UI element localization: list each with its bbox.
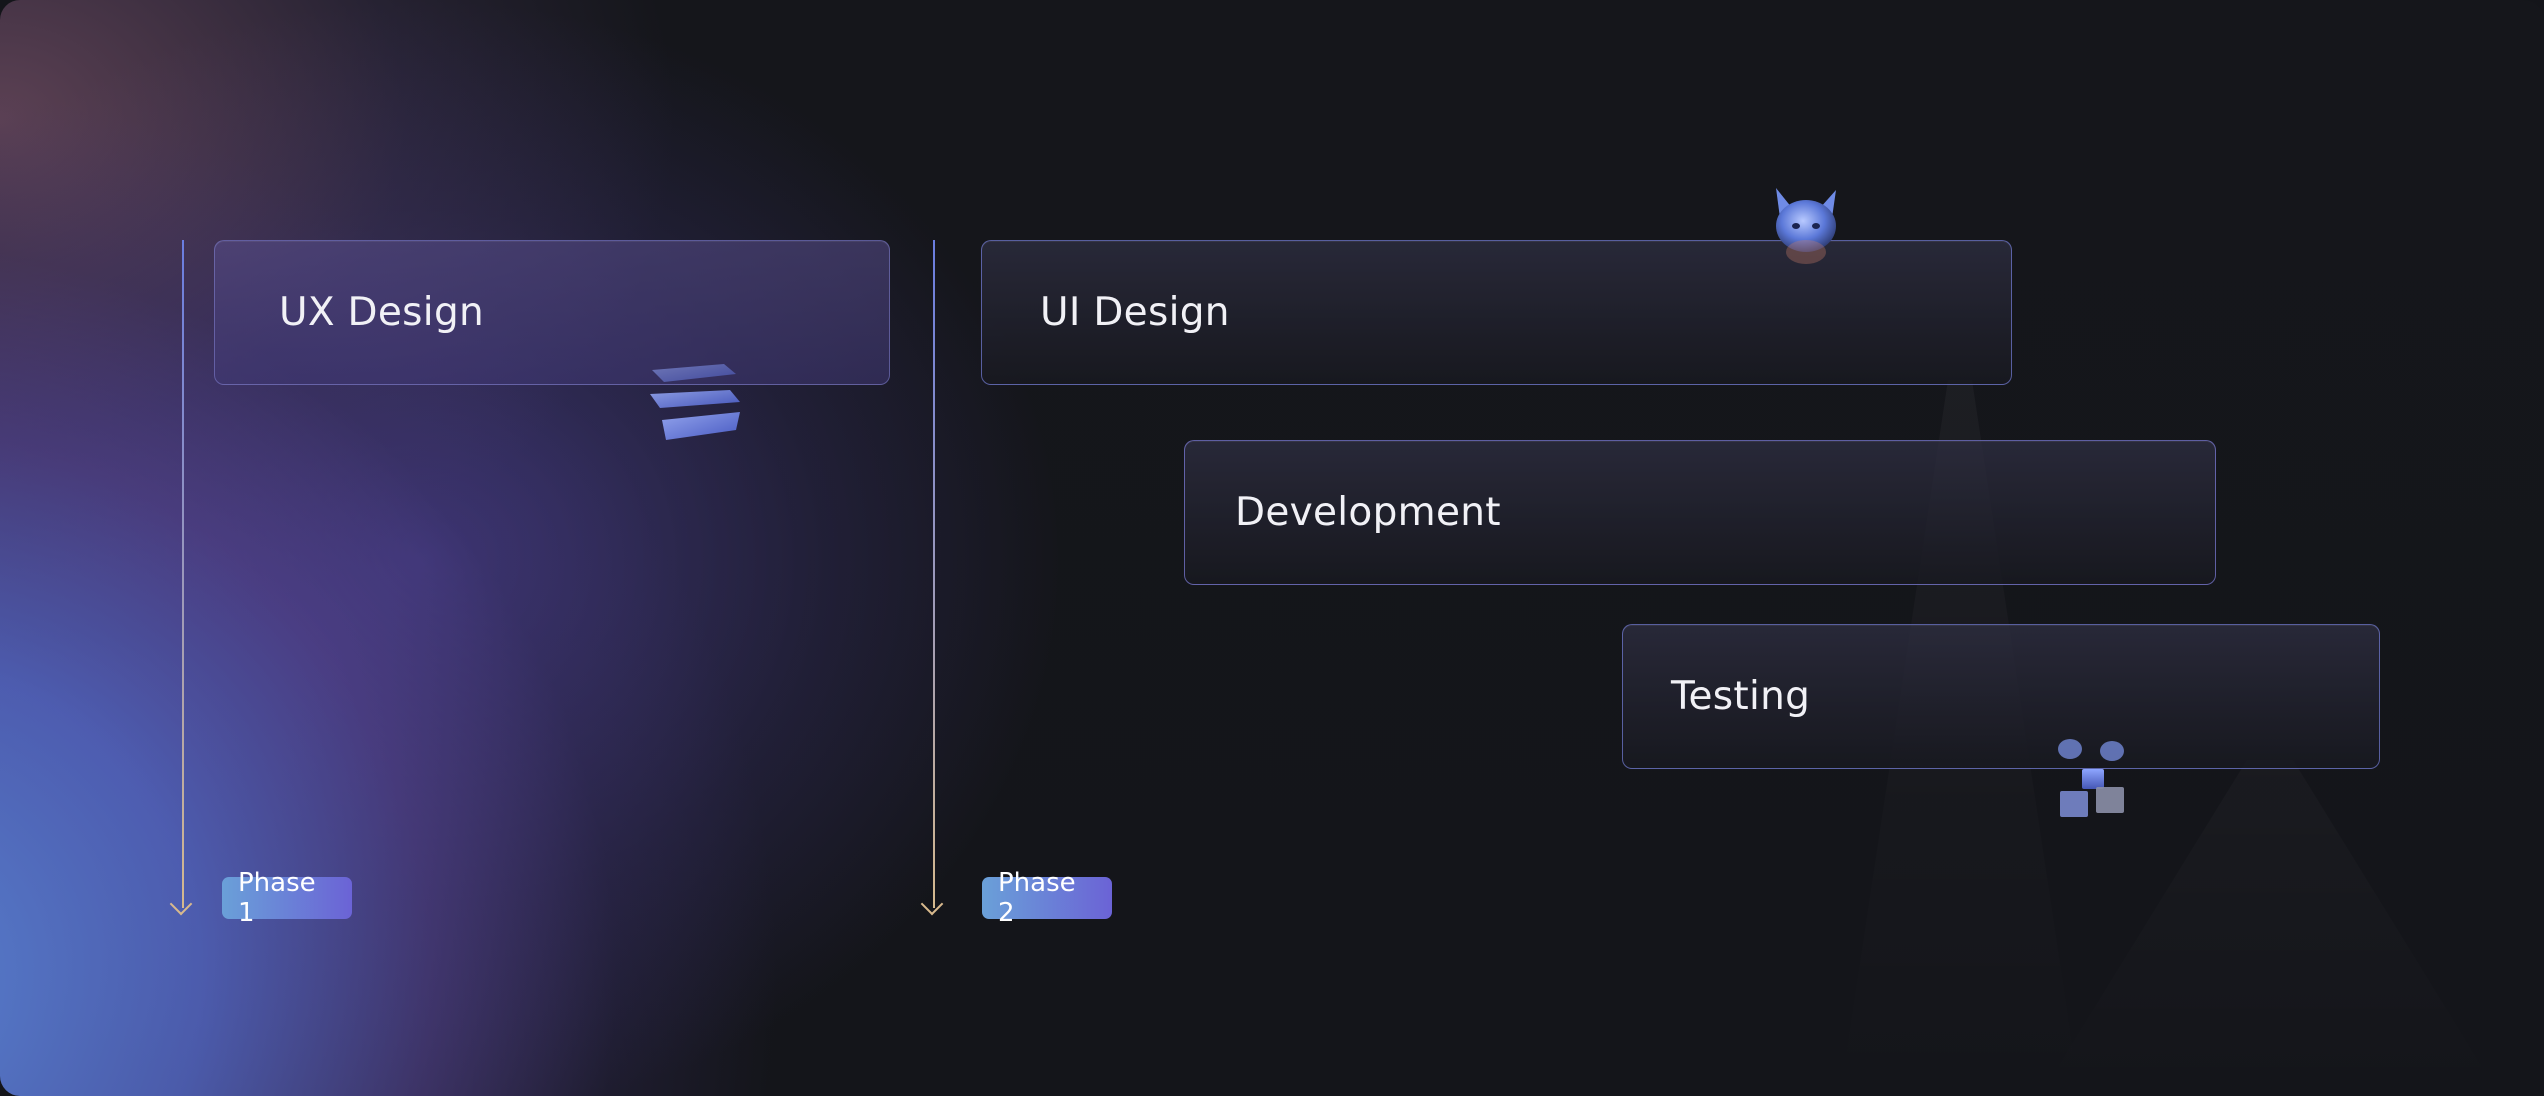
phase-badge-label: Phase 1: [238, 868, 316, 928]
arrow-down-icon: [169, 892, 193, 916]
task-label: UX Design: [279, 290, 485, 335]
task-ux-design[interactable]: UX Design: [214, 240, 890, 385]
task-label: Testing: [1671, 674, 1811, 719]
arrow-down-icon: [920, 892, 944, 916]
task-ui-design[interactable]: UI Design: [981, 240, 2012, 385]
phase-2-badge: Phase 2: [982, 868, 1112, 928]
stacked-slabs-icon: [650, 364, 740, 440]
task-testing[interactable]: Testing: [1622, 624, 2380, 769]
task-label: UI Design: [1040, 290, 1230, 335]
task-label: Development: [1235, 490, 1501, 535]
task-development[interactable]: Development: [1184, 440, 2216, 585]
phase-1-badge: Phase 1: [222, 868, 352, 928]
timeline-canvas: UX Design UI Design Development Testing …: [0, 0, 2544, 1096]
phase-1-axis-arrow: [169, 240, 193, 916]
phase-badge-label: Phase 2: [998, 868, 1076, 928]
cat-head-icon: [1776, 188, 1836, 264]
phase-2-axis-arrow: [920, 240, 944, 916]
cubes-icon: [2058, 739, 2124, 817]
